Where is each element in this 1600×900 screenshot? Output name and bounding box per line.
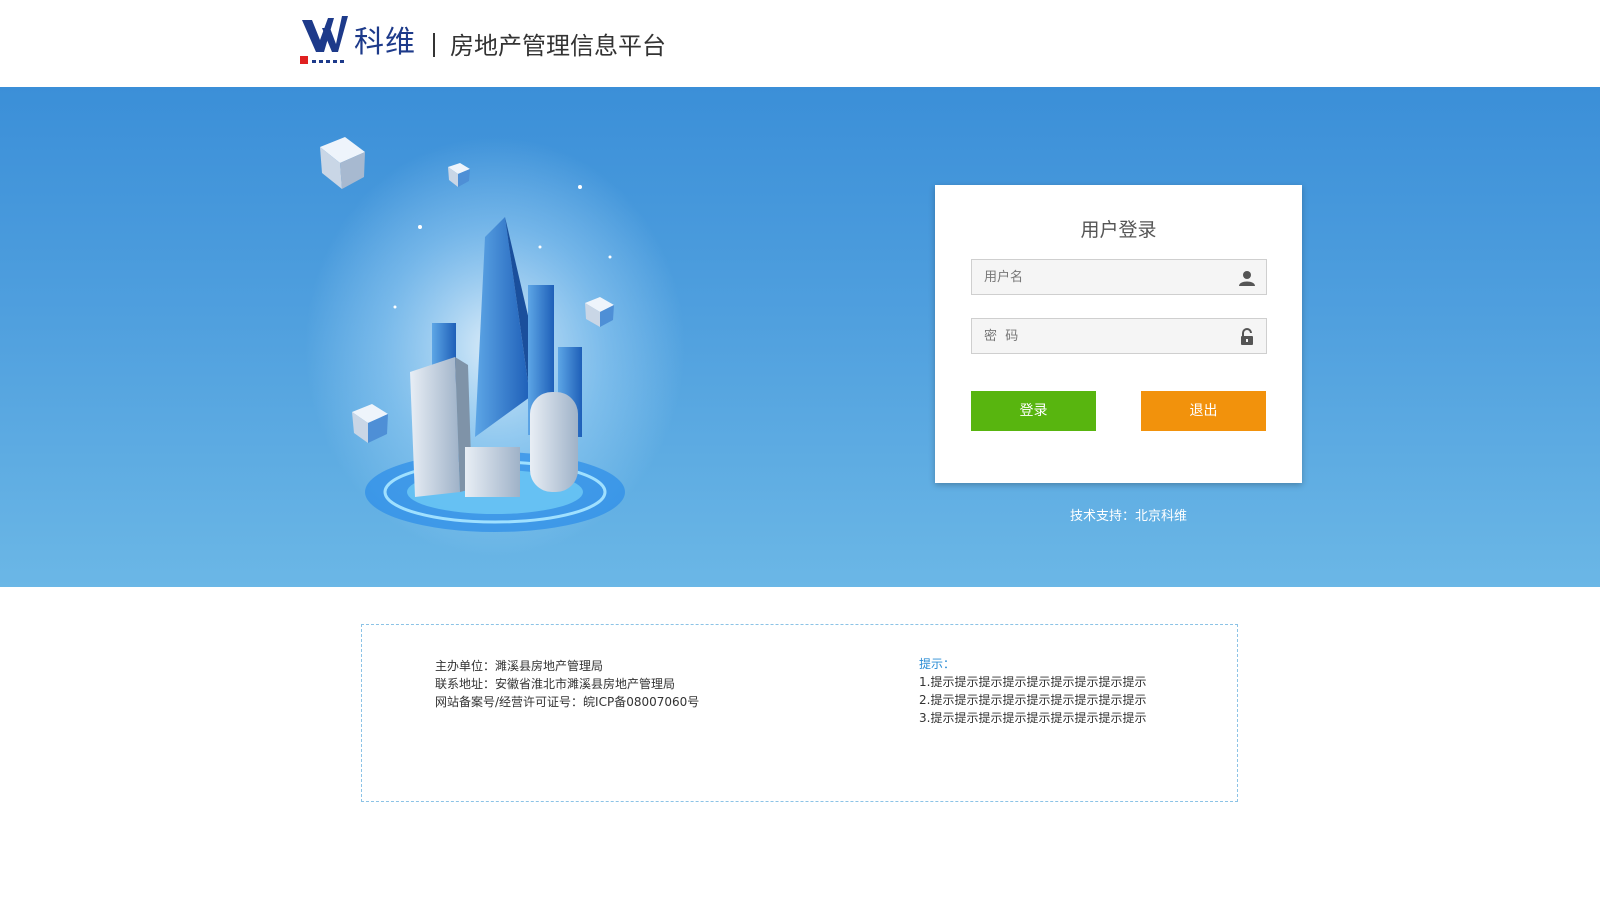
header: 科维 房地产管理信息平台 [0,0,1600,87]
exit-button[interactable]: 退出 [1141,391,1266,431]
host-unit: 主办单位：濉溪县房地产管理局 [435,659,604,673]
city-buildings-illustration [305,137,685,557]
login-card: 用户登录 登录 退出 [935,185,1302,483]
tech-support-text: 技术支持：北京科维 [1070,509,1188,524]
brand-separator [433,33,435,57]
contact-address: 联系地址：安徽省淮北市濉溪县房地产管理局 [435,677,676,691]
password-field[interactable] [971,318,1267,354]
lock-icon [1241,328,1253,345]
tips-title: 提示： [919,657,956,671]
tip-item: 2.提示提示提示提示提示提示提示提示提示 [919,693,1147,707]
user-icon [1239,271,1255,286]
login-button[interactable]: 登录 [971,391,1096,431]
footer-info-box: 主办单位：濉溪县房地产管理局 联系地址：安徽省淮北市濉溪县房地产管理局 网站备案… [361,624,1238,802]
brand-name: 科维 [354,25,416,60]
cube-icon [320,137,365,189]
hero-banner: 用户登录 登录 退出 技术支持：北京科维 [0,87,1600,587]
site-info: 主办单位：濉溪县房地产管理局 联系地址：安徽省淮北市濉溪县房地产管理局 网站备案… [435,657,699,711]
password-input[interactable] [972,319,1222,353]
tip-item: 3.提示提示提示提示提示提示提示提示提示 [919,711,1147,725]
username-input[interactable] [972,260,1222,294]
kewei-logo [300,16,348,64]
username-field[interactable] [971,259,1267,295]
icp-number: 网站备案号/经营许可证号：皖ICP备08007060号 [435,695,700,709]
tips-section: 提示： 1.提示提示提示提示提示提示提示提示提示 2.提示提示提示提示提示提示提… [919,655,1146,727]
tip-item: 1.提示提示提示提示提示提示提示提示提示 [919,675,1147,689]
login-title: 用户登录 [1080,219,1157,241]
platform-title: 房地产管理信息平台 [450,32,666,60]
